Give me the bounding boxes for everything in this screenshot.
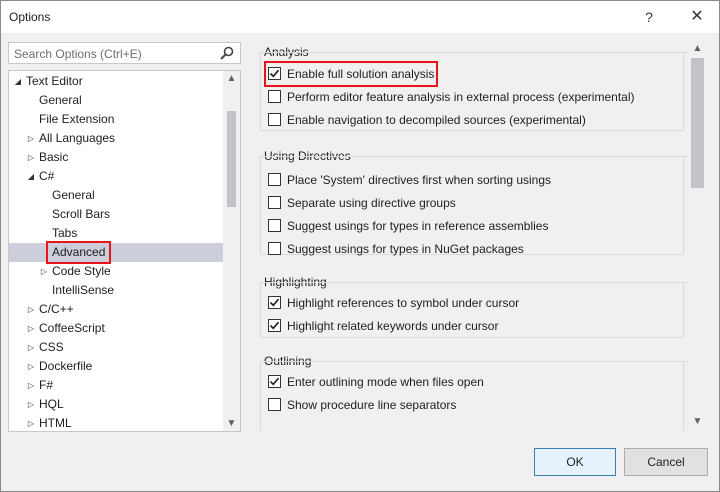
option-label: Enter outlining mode when files open xyxy=(287,375,484,389)
tree-item-label: Basic xyxy=(39,150,69,164)
expand-arrow-icon[interactable]: ▷ xyxy=(26,300,36,319)
option-label: Highlight references to symbol under cur… xyxy=(287,296,520,310)
tree-item[interactable]: ▷ CoffeeScript xyxy=(9,319,223,338)
tree-item[interactable]: Tabs xyxy=(9,224,223,243)
expand-arrow-icon[interactable]: ▷ xyxy=(26,395,36,414)
expand-arrow-icon[interactable]: ▷ xyxy=(26,129,36,148)
tree-item-label: CSS xyxy=(39,340,64,354)
expand-arrow-icon[interactable]: ▷ xyxy=(26,148,36,167)
scroll-down-icon[interactable]: ▼ xyxy=(223,418,240,429)
expand-arrow-icon[interactable]: ▷ xyxy=(26,338,36,357)
checked-checkbox-icon[interactable] xyxy=(268,319,281,332)
unchecked-checkbox-icon[interactable] xyxy=(268,113,281,126)
tree-item[interactable]: IntelliSense xyxy=(9,281,223,300)
tree-item-label: Tabs xyxy=(52,226,78,240)
tree-scroll-thumb[interactable] xyxy=(227,111,236,207)
collapse-arrow-icon[interactable]: ◢ xyxy=(13,72,23,91)
tree-item[interactable]: ▷ Code Style xyxy=(9,262,223,281)
close-button[interactable]: ✕ xyxy=(683,5,711,29)
option-label: Enable navigation to decompiled sources … xyxy=(287,113,586,127)
tree-item-label: HTML xyxy=(39,416,72,430)
option-label: Highlight related keywords under cursor xyxy=(287,319,499,333)
tree-item-label: C/C++ xyxy=(39,302,74,316)
tree-item[interactable]: ◢ Text Editor xyxy=(9,72,223,91)
unchecked-checkbox-icon[interactable] xyxy=(268,398,281,411)
unchecked-checkbox-icon[interactable] xyxy=(268,196,281,209)
tree-item[interactable]: ▷ Dockerfile xyxy=(9,357,223,376)
options-dialog: Options ? ✕ Search Options (Ctrl+E) ▲ ▼ … xyxy=(0,0,720,492)
tree-item-label: General xyxy=(52,188,95,202)
title-bar: Options ? ✕ xyxy=(1,1,719,33)
search-icon[interactable] xyxy=(219,45,235,64)
tree-item[interactable]: General xyxy=(9,91,223,110)
options-tree[interactable]: ▲ ▼ ◢ Text Editor General File Extension ▷ Al… xyxy=(8,70,241,432)
collapse-arrow-icon[interactable]: ◢ xyxy=(26,167,36,186)
ok-button[interactable]: OK xyxy=(534,448,616,476)
scroll-up-icon[interactable]: ▲ xyxy=(689,43,706,54)
tree-item-label: HQL xyxy=(39,397,64,411)
tree-item-label: File Extension xyxy=(39,112,115,126)
tree-item[interactable]: File Extension xyxy=(9,110,223,129)
option-label: Suggest usings for types in NuGet packag… xyxy=(287,242,524,256)
expand-arrow-icon[interactable]: ▷ xyxy=(39,262,49,281)
tree-item-label: F# xyxy=(39,378,54,392)
option-label: Perform editor feature analysis in exter… xyxy=(287,90,635,104)
expand-arrow-icon[interactable]: ▷ xyxy=(26,414,36,431)
tree-item[interactable]: ▷ CSS xyxy=(9,338,223,357)
tree-item[interactable]: ▷ Basic xyxy=(9,148,223,167)
expand-arrow-icon[interactable]: ▷ xyxy=(26,376,36,395)
tree-item[interactable]: Scroll Bars xyxy=(9,205,223,224)
search-options-field[interactable]: Search Options (Ctrl+E) xyxy=(8,42,241,64)
unchecked-checkbox-icon[interactable] xyxy=(268,90,281,103)
search-placeholder: Search Options (Ctrl+E) xyxy=(14,47,142,61)
tree-item[interactable]: ▷ F# xyxy=(9,376,223,395)
help-button[interactable]: ? xyxy=(635,5,663,29)
tree-item[interactable]: ▷ All Languages xyxy=(9,129,223,148)
tree-item-label: Advanced xyxy=(45,241,112,264)
expand-arrow-icon[interactable]: ▷ xyxy=(26,319,36,338)
scroll-down-icon[interactable]: ▼ xyxy=(689,416,706,427)
tree-item-label: CoffeeScript xyxy=(39,321,105,335)
unchecked-checkbox-icon[interactable] xyxy=(268,242,281,255)
content-scroll-thumb[interactable] xyxy=(691,58,704,188)
tree-item[interactable]: ◢ C# xyxy=(9,167,223,186)
expand-arrow-icon[interactable]: ▷ xyxy=(26,357,36,376)
tree-item[interactable]: Advanced xyxy=(9,241,223,264)
tree-item[interactable]: ▷ HQL xyxy=(9,395,223,414)
window-title: Options xyxy=(9,10,51,24)
tree-item[interactable]: General xyxy=(9,186,223,205)
tree-item-label: All Languages xyxy=(39,131,116,145)
tree-item[interactable]: ▷ HTML xyxy=(9,414,223,431)
checked-checkbox-icon[interactable] xyxy=(268,375,281,388)
option-label: Suggest usings for types in reference as… xyxy=(287,219,549,233)
checked-checkbox-icon[interactable] xyxy=(268,296,281,309)
scroll-up-icon[interactable]: ▲ xyxy=(223,73,240,84)
option-label: Enable full solution analysis xyxy=(287,67,435,81)
unchecked-checkbox-icon[interactable] xyxy=(268,173,281,186)
tree-item-label: Text Editor xyxy=(26,74,83,88)
tree-item-label: Dockerfile xyxy=(39,359,93,373)
option-label: Place 'System' directives first when sor… xyxy=(287,173,552,187)
tree-item-label: General xyxy=(39,93,82,107)
option-label: Show procedure line separators xyxy=(287,398,457,412)
unchecked-checkbox-icon[interactable] xyxy=(268,219,281,232)
option-label: Separate using directive groups xyxy=(287,196,456,210)
tree-item-label: Code Style xyxy=(52,264,111,278)
tree-item-label: C# xyxy=(39,169,55,183)
tree-item-label: Scroll Bars xyxy=(52,207,111,221)
tree-item[interactable]: ▷ C/C++ xyxy=(9,300,223,319)
tree-scrollbar[interactable]: ▲ ▼ xyxy=(223,71,240,431)
cancel-button[interactable]: Cancel xyxy=(624,448,708,476)
tree-item-label: IntelliSense xyxy=(52,283,115,297)
content-scrollbar[interactable]: ▲ ▼ xyxy=(689,43,706,427)
option-checkbox-row[interactable]: Enable full solution analysis xyxy=(264,61,438,87)
checked-checkbox-icon[interactable] xyxy=(268,67,281,80)
options-content: Analysis Enable full solution analysis Per… xyxy=(255,37,710,431)
